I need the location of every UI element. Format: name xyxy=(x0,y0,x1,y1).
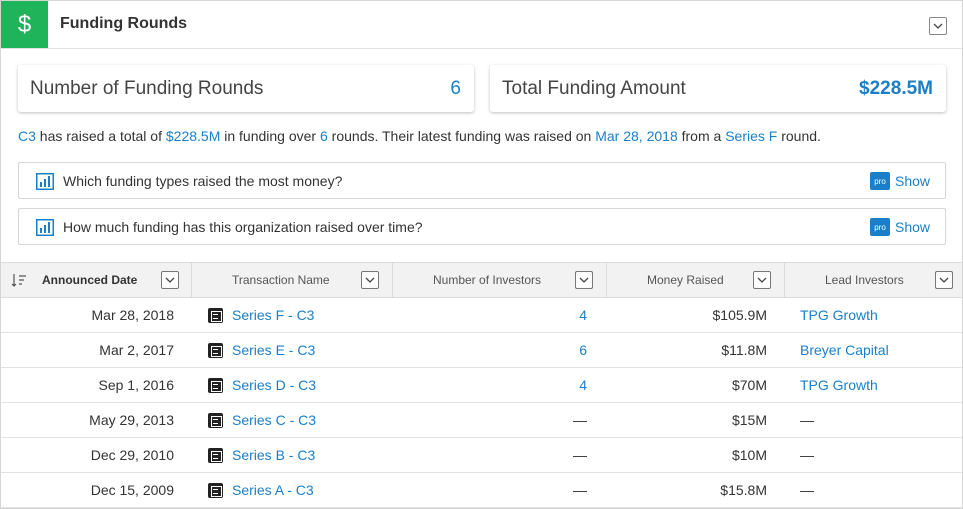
investor-count-link[interactable]: 6 xyxy=(579,342,587,358)
question-funding-over-time[interactable]: How much funding has this organization r… xyxy=(18,208,946,245)
bar-chart-icon xyxy=(36,173,54,190)
sort-descending-icon xyxy=(11,274,26,287)
funding-rounds-card: $ Funding Rounds Number of Funding Round… xyxy=(0,0,963,509)
column-header-number-of-investors[interactable]: Number of Investors xyxy=(393,263,607,297)
investor-count: — xyxy=(573,482,587,498)
announced-date: Dec 15, 2009 xyxy=(90,482,174,498)
summary-series-link[interactable]: Series F xyxy=(725,128,777,144)
chevron-down-icon xyxy=(365,277,375,283)
chevron-down-icon xyxy=(757,277,767,283)
investor-count-link[interactable]: 4 xyxy=(579,307,587,323)
lead-investor: — xyxy=(800,482,814,498)
column-menu-button[interactable] xyxy=(361,271,379,289)
summary-text: in funding over xyxy=(220,128,320,144)
column-menu-button[interactable] xyxy=(161,271,179,289)
column-label: Announced Date xyxy=(42,273,138,287)
column-header-transaction-name[interactable]: Transaction Name xyxy=(192,263,393,297)
column-header-money-raised[interactable]: Money Raised xyxy=(607,263,785,297)
announced-date: Dec 29, 2010 xyxy=(90,447,174,463)
show-link[interactable]: Show xyxy=(895,173,930,189)
rounds-count-value[interactable]: 6 xyxy=(450,78,461,100)
chevron-down-icon xyxy=(939,277,949,283)
chevron-down-icon xyxy=(165,277,175,283)
document-icon xyxy=(208,413,223,428)
column-menu-button[interactable] xyxy=(753,271,771,289)
investor-count-link[interactable]: 4 xyxy=(579,377,587,393)
column-header-lead-investors[interactable]: Lead Investors xyxy=(785,263,962,297)
column-label: Number of Investors xyxy=(433,273,542,287)
document-icon xyxy=(208,378,223,393)
money-raised: $70M xyxy=(731,377,767,393)
table-row: Mar 2, 2017 Series E - C3 6 $11.8M Breye… xyxy=(1,333,962,368)
summary-amount: $228.5M xyxy=(165,128,221,144)
table-row: May 29, 2013 Series C - C3 — $15M — xyxy=(1,403,962,438)
column-header-announced-date[interactable]: Announced Date xyxy=(1,263,192,297)
transaction-link[interactable]: Series D - C3 xyxy=(232,377,316,393)
total-funding-label: Total Funding Amount xyxy=(502,78,686,99)
dollar-icon: $ xyxy=(1,1,48,48)
transaction-link[interactable]: Series B - C3 xyxy=(232,447,315,463)
chevron-down-icon xyxy=(579,277,589,283)
money-raised: $10M xyxy=(731,447,767,463)
card-header: $ Funding Rounds xyxy=(1,1,962,49)
summary-date: Mar 28, 2018 xyxy=(595,128,678,144)
investor-count: — xyxy=(573,447,587,463)
bar-chart-icon xyxy=(36,219,54,236)
column-menu-button[interactable] xyxy=(575,271,593,289)
show-link[interactable]: Show xyxy=(895,219,930,235)
summary-text: from a xyxy=(677,128,726,144)
pro-badge: pro xyxy=(870,172,890,190)
announced-date: Sep 1, 2016 xyxy=(98,377,174,393)
total-funding-value[interactable]: $228.5M xyxy=(859,78,933,100)
money-raised: $11.8M xyxy=(721,342,767,358)
money-raised: $105.9M xyxy=(712,307,767,323)
column-label: Money Raised xyxy=(647,273,724,287)
rounds-count-label: Number of Funding Rounds xyxy=(30,78,264,99)
table-row: Dec 29, 2010 Series B - C3 — $10M — xyxy=(1,438,962,473)
document-icon xyxy=(208,343,223,358)
chevron-down-icon xyxy=(933,23,943,29)
funding-summary: C3 has raised a total of $228.5M in fund… xyxy=(18,128,821,144)
pro-badge: pro xyxy=(870,218,890,236)
summary-text: has raised a total of xyxy=(35,128,166,144)
table-row: Sep 1, 2016 Series D - C3 4 $70M TPG Gro… xyxy=(1,368,962,403)
card-title: Funding Rounds xyxy=(60,15,188,32)
collapse-button[interactable] xyxy=(929,17,947,35)
announced-date: May 29, 2013 xyxy=(89,412,174,428)
summary-org-link[interactable]: C3 xyxy=(18,128,36,144)
announced-date: Mar 28, 2018 xyxy=(91,307,175,323)
investor-count: — xyxy=(573,412,587,428)
document-icon xyxy=(208,448,223,463)
document-icon xyxy=(208,308,223,323)
table-row: Mar 28, 2018 Series F - C3 4 $105.9M TPG… xyxy=(1,298,962,333)
lead-investor-link[interactable]: TPG Growth xyxy=(800,377,878,393)
summary-text: round. xyxy=(777,128,821,144)
question-text: How much funding has this organization r… xyxy=(63,219,423,235)
money-raised: $15M xyxy=(731,412,767,428)
rounds-count-box: Number of Funding Rounds 6 xyxy=(18,65,474,112)
money-raised: $15.8M xyxy=(720,482,767,498)
question-funding-types[interactable]: Which funding types raised the most mone… xyxy=(18,162,946,199)
lead-investor-link[interactable]: TPG Growth xyxy=(800,307,878,323)
transaction-link[interactable]: Series A - C3 xyxy=(232,482,314,498)
column-menu-button[interactable] xyxy=(935,271,953,289)
question-text: Which funding types raised the most mone… xyxy=(63,173,343,189)
lead-investor-link[interactable]: Breyer Capital xyxy=(800,342,889,358)
document-icon xyxy=(208,483,223,498)
table-header: Announced Date Transaction Name Number o… xyxy=(1,262,962,298)
announced-date: Mar 2, 2017 xyxy=(99,342,174,358)
column-label: Transaction Name xyxy=(232,273,330,287)
column-label: Lead Investors xyxy=(825,273,904,287)
lead-investor: — xyxy=(800,447,814,463)
transaction-link[interactable]: Series C - C3 xyxy=(232,412,316,428)
transaction-link[interactable]: Series E - C3 xyxy=(232,342,315,358)
total-funding-box: Total Funding Amount $228.5M xyxy=(490,65,946,112)
lead-investor: — xyxy=(800,412,814,428)
summary-text: rounds. Their latest funding was raised … xyxy=(327,128,596,144)
transaction-link[interactable]: Series F - C3 xyxy=(232,307,314,323)
table-row: Dec 15, 2009 Series A - C3 — $15.8M — xyxy=(1,473,962,508)
summary-rounds: 6 xyxy=(319,128,328,144)
